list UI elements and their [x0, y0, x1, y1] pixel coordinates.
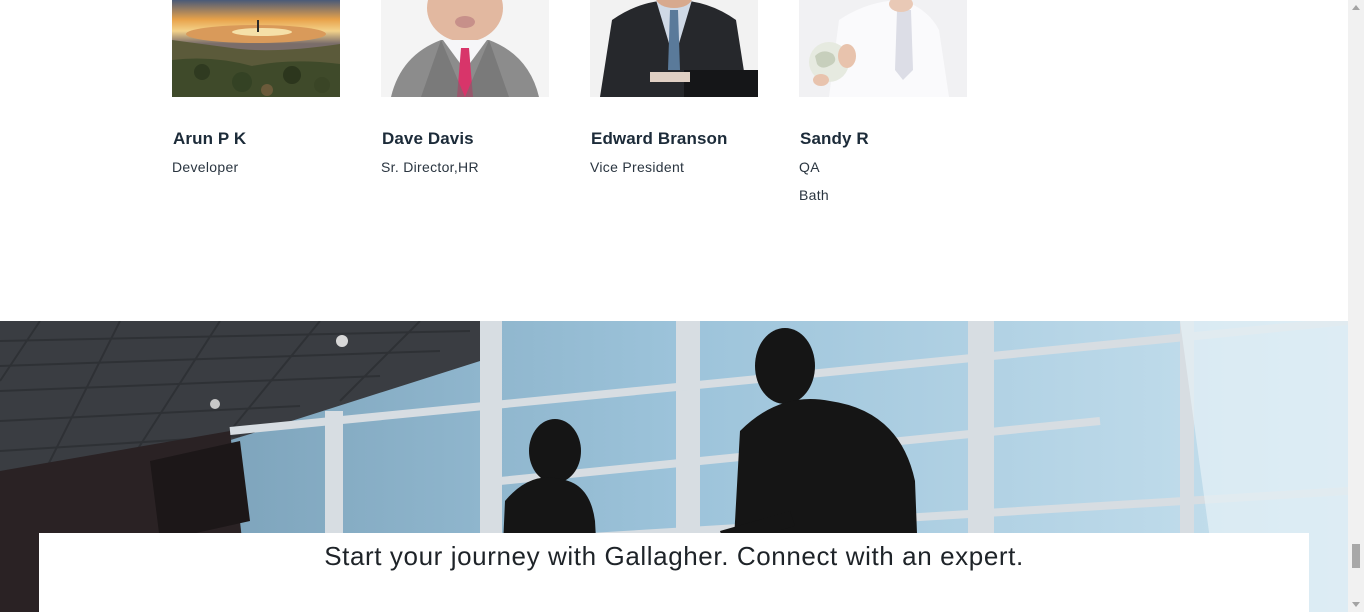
team-card[interactable]: Edward Branson Vice President — [590, 0, 758, 175]
scroll-thumb[interactable] — [1352, 544, 1360, 568]
team-card[interactable]: Dave Davis Sr. Director,HR — [381, 0, 549, 175]
vertical-scrollbar[interactable] — [1348, 0, 1364, 612]
member-name: Edward Branson — [591, 129, 728, 148]
laptop-business-photo — [590, 0, 758, 97]
cta-banner: Start your journey with Gallagher. Conne… — [39, 533, 1309, 612]
member-title: QA — [799, 159, 820, 175]
member-title: Vice President — [590, 159, 685, 175]
scroll-down-icon[interactable] — [1352, 602, 1360, 607]
globe-holding-photo — [799, 0, 967, 97]
member-title: Developer — [172, 159, 239, 175]
member-title: Sr. Director,HR — [381, 159, 479, 175]
scroll-up-icon[interactable] — [1352, 5, 1360, 10]
member-name: Dave Davis — [382, 129, 474, 148]
member-name: Sandy R — [800, 129, 869, 148]
team-card[interactable]: Sandy R QA Bath — [799, 0, 967, 203]
member-name: Arun P K — [173, 129, 247, 148]
portrait-photo — [381, 0, 549, 97]
landscape-photo — [172, 0, 340, 97]
team-section: Arun P K Developer Dave Davis Sr. Direct… — [0, 0, 1348, 321]
team-card[interactable]: Arun P K Developer — [172, 0, 340, 175]
member-location: Bath — [799, 187, 829, 203]
cta-heading: Start your journey with Gallagher. Conne… — [324, 541, 1024, 571]
